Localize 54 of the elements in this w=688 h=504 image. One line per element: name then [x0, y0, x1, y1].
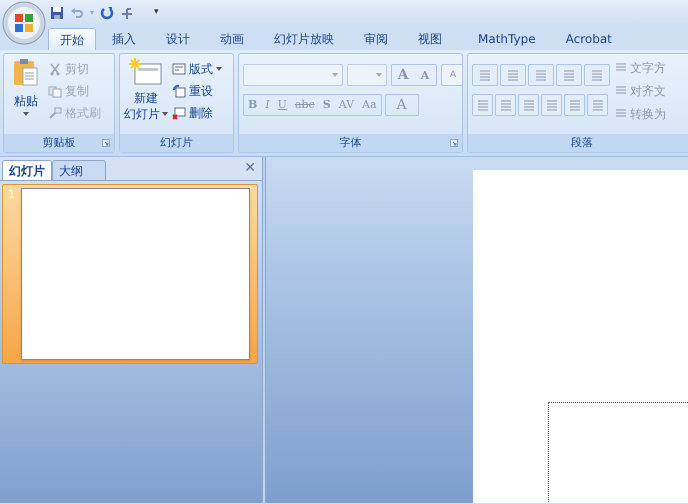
- lines-icon: [498, 98, 512, 112]
- scissors-icon: [48, 62, 62, 76]
- ribbon-tab[interactable]: 幻灯片放映: [260, 28, 348, 50]
- dialog-launcher-icon[interactable]: [102, 139, 110, 147]
- slide-command-button[interactable]: 版式: [172, 59, 222, 78]
- lines-icon: [534, 68, 548, 82]
- layout-icon: [172, 62, 186, 76]
- close-icon[interactable]: ✕: [244, 158, 256, 179]
- lines-icon: [590, 68, 604, 82]
- ribbon-tab[interactable]: 开始: [48, 28, 96, 50]
- lines-icon: [544, 98, 558, 112]
- delete-icon: [172, 106, 186, 120]
- lines-icon: [562, 68, 576, 82]
- dialog-launcher-icon[interactable]: [450, 139, 458, 147]
- caret-icon: [332, 73, 338, 77]
- reset-icon: [172, 84, 186, 98]
- paste-button[interactable]: 粘贴: [4, 54, 48, 134]
- lines-icon: [590, 98, 604, 112]
- lines-icon: [568, 98, 582, 112]
- undo-icon[interactable]: [70, 6, 84, 20]
- ribbon-tab[interactable]: 视图: [404, 28, 456, 50]
- slide-thumbnail[interactable]: 1: [2, 184, 258, 364]
- ribbon-tab[interactable]: 插入: [98, 28, 150, 50]
- caret-icon: [23, 112, 29, 116]
- group-label: 剪贴板: [42, 134, 76, 151]
- lines-icon: [476, 98, 490, 112]
- caret-icon[interactable]: ▾: [90, 7, 94, 19]
- ribbon-tab[interactable]: 设计: [152, 28, 204, 50]
- group-label: 幻灯片: [160, 134, 193, 151]
- branch-icon[interactable]: [120, 6, 134, 20]
- new-slide-button[interactable]: 新建 幻灯片: [120, 54, 172, 134]
- group-label: 字体: [340, 134, 362, 151]
- slide-command-button[interactable]: 重设: [172, 81, 222, 100]
- clipboard-icon: [12, 58, 40, 88]
- lines-icon: [478, 68, 492, 82]
- ribbon-tab[interactable]: 动画: [206, 28, 258, 50]
- brush-icon: [48, 106, 62, 120]
- lines-icon: [522, 98, 536, 112]
- group-label: 段落: [571, 134, 593, 151]
- pane-tab[interactable]: 幻灯片: [2, 160, 52, 180]
- caret-icon: [216, 66, 222, 70]
- ribbon-tab[interactable]: MathType: [464, 28, 550, 50]
- slide-command-button[interactable]: 删除: [172, 103, 222, 122]
- redo-icon[interactable]: [100, 6, 114, 20]
- new-slide-icon: [129, 58, 163, 86]
- caret-icon: [162, 112, 168, 116]
- caret-icon: [376, 73, 382, 77]
- save-icon[interactable]: [50, 6, 64, 20]
- ribbon-tab[interactable]: Acrobat: [552, 28, 626, 50]
- lines-icon: [506, 68, 520, 82]
- customize-icon[interactable]: ▾: [154, 6, 159, 20]
- ribbon-tab[interactable]: 审阅: [350, 28, 402, 50]
- pane-tab[interactable]: 大纲: [52, 160, 106, 180]
- copy-icon: [48, 84, 62, 98]
